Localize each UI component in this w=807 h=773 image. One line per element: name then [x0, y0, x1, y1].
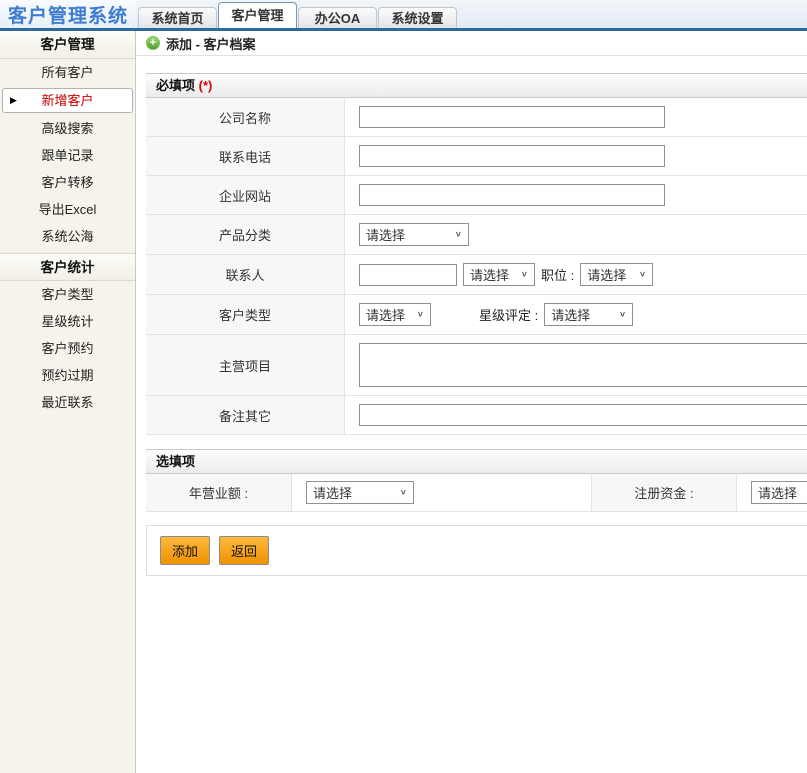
- select-value: 请选择: [470, 268, 510, 283]
- contact-person-select[interactable]: 请选择 ∨: [463, 263, 535, 286]
- chevron-down-icon: ∨: [638, 270, 647, 279]
- chevron-down-icon: ∨: [454, 230, 462, 239]
- optional-section-header: 选填项: [146, 449, 807, 474]
- required-marker: (*): [198, 78, 213, 93]
- breadcrumb: + 添加 - 客户档案: [136, 31, 807, 56]
- optional-form-row: 年营业额 : 请选择 ∨ 注册资金 : 请选择 ∨: [146, 474, 807, 512]
- sidebar-item-new-customer[interactable]: ▶ 新增客户: [2, 88, 133, 113]
- company-name-label: 公司名称: [146, 98, 345, 136]
- position-label: 职位 :: [541, 268, 575, 283]
- select-value: 请选择: [366, 228, 406, 243]
- optional-section: 选填项 年营业额 : 请选择 ∨ 注册资金 : 请选择 ∨: [146, 449, 807, 512]
- company-website-label: 企业网站: [146, 176, 345, 214]
- sidebar-item-export-excel[interactable]: 导出Excel: [0, 196, 135, 223]
- select-value: 请选择: [313, 486, 353, 501]
- app-window: 客户管理系统 系统首页 客户管理 办公OA 系统设置 客户管理 所有客户 ▶ 新…: [0, 0, 807, 773]
- sidebar-item-advanced-search[interactable]: 高级搜索: [0, 115, 135, 142]
- button-panel: 添加 返回: [146, 525, 807, 576]
- remark-label: 备注其它: [146, 396, 345, 434]
- sidebar-item-customer-transfer[interactable]: 客户转移: [0, 169, 135, 196]
- select-value: 请选择: [758, 486, 798, 501]
- contact-person-input[interactable]: [359, 263, 457, 286]
- sidebar-item-star-statistics[interactable]: 星级统计: [0, 308, 135, 335]
- form-row-phone: 联系电话: [146, 137, 807, 176]
- add-icon: +: [146, 36, 160, 50]
- sidebar-item-label: 新增客户: [41, 93, 94, 108]
- sidebar-item-all-customers[interactable]: 所有客户: [0, 59, 135, 86]
- tab-bar: 系统首页 客户管理 办公OA 系统设置: [136, 0, 807, 28]
- registered-capital-label: 注册资金 :: [592, 474, 737, 511]
- breadcrumb-label: 添加 - 客户档案: [166, 36, 256, 52]
- add-button[interactable]: 添加: [160, 536, 211, 565]
- top-header: 客户管理系统 系统首页 客户管理 办公OA 系统设置: [0, 0, 807, 31]
- chevron-down-icon: ∨: [416, 310, 424, 319]
- form-row-category: 产品分类 请选择 ∨: [146, 215, 807, 255]
- back-button[interactable]: 返回: [219, 536, 270, 565]
- tab-system-settings[interactable]: 系统设置: [378, 7, 457, 28]
- registered-capital-select[interactable]: 请选择 ∨: [751, 481, 807, 504]
- customer-type-select[interactable]: 请选择 ∨: [359, 303, 431, 326]
- select-value: 请选择: [366, 308, 406, 323]
- sidebar-item-public-pool[interactable]: 系统公海: [0, 223, 135, 250]
- tab-office-oa[interactable]: 办公OA: [298, 7, 377, 28]
- sidebar-header-customer-management: 客户管理: [0, 31, 135, 59]
- tab-customer-management[interactable]: 客户管理: [218, 2, 297, 28]
- chevron-down-icon: ∨: [399, 488, 407, 497]
- sidebar: 客户管理 所有客户 ▶ 新增客户 高级搜索 跟单记录 客户转移 导出Excel …: [0, 31, 136, 773]
- contact-phone-input[interactable]: [359, 145, 665, 167]
- company-website-input[interactable]: [359, 184, 665, 206]
- form-row-customer-type: 客户类型 请选择 ∨ 星级评定 : 请选择 ∨: [146, 295, 807, 335]
- main-area: + 添加 - 客户档案 必填项 (*) 公司名称 联系电话 企业网站 产品分类 …: [136, 31, 807, 773]
- required-section-title: 必填项: [156, 78, 196, 93]
- sidebar-item-recent-contact[interactable]: 最近联系: [0, 389, 135, 416]
- select-value: 请选择: [587, 268, 627, 283]
- form-row-remark: 备注其它: [146, 396, 807, 435]
- annual-revenue-select[interactable]: 请选择 ∨: [306, 481, 414, 504]
- required-form-table: 公司名称 联系电话 企业网站 产品分类 请选择 ∨ 联系人 请选择 ∨ 职位:…: [146, 98, 807, 435]
- form-row-main-business: 主营项目: [146, 335, 807, 396]
- select-value: 请选择: [551, 308, 591, 323]
- form-row-website: 企业网站: [146, 176, 807, 215]
- contact-phone-label: 联系电话: [146, 137, 345, 175]
- sidebar-item-customer-appointment[interactable]: 客户预约: [0, 335, 135, 362]
- company-name-input[interactable]: [359, 106, 665, 128]
- chevron-down-icon: ∨: [618, 310, 627, 319]
- product-category-select[interactable]: 请选择 ∨: [359, 223, 469, 246]
- required-section-header: 必填项 (*): [146, 73, 807, 98]
- arrow-right-icon: ▶: [10, 95, 17, 105]
- contact-person-label: 联系人: [146, 255, 345, 294]
- star-rating-label: 星级评定 :: [479, 308, 539, 323]
- sidebar-header-customer-statistics: 客户统计: [0, 253, 135, 281]
- main-business-label: 主营项目: [146, 335, 345, 395]
- sidebar-item-customer-type[interactable]: 客户类型: [0, 281, 135, 308]
- main-business-textarea[interactable]: [359, 343, 807, 387]
- tab-system-home[interactable]: 系统首页: [138, 7, 217, 28]
- app-title: 客户管理系统: [0, 0, 136, 28]
- star-rating-select[interactable]: 请选择 ∨: [544, 303, 634, 326]
- annual-revenue-label: 年营业额 :: [146, 474, 292, 511]
- product-category-label: 产品分类: [146, 215, 345, 254]
- sidebar-item-follow-up-records[interactable]: 跟单记录: [0, 142, 135, 169]
- remark-input[interactable]: [359, 404, 807, 426]
- sidebar-item-appointment-expired[interactable]: 预约过期: [0, 362, 135, 389]
- position-select[interactable]: 请选择 ∨: [580, 263, 654, 286]
- form-row-company: 公司名称: [146, 98, 807, 137]
- form-row-contact: 联系人 请选择 ∨ 职位 : 请选择 ∨: [146, 255, 807, 295]
- form-content: 必填项 (*) 公司名称 联系电话 企业网站 产品分类 请选择 ∨ 联系人 请选…: [136, 56, 807, 576]
- chevron-down-icon: ∨: [520, 270, 528, 279]
- customer-type-label: 客户类型: [146, 295, 345, 334]
